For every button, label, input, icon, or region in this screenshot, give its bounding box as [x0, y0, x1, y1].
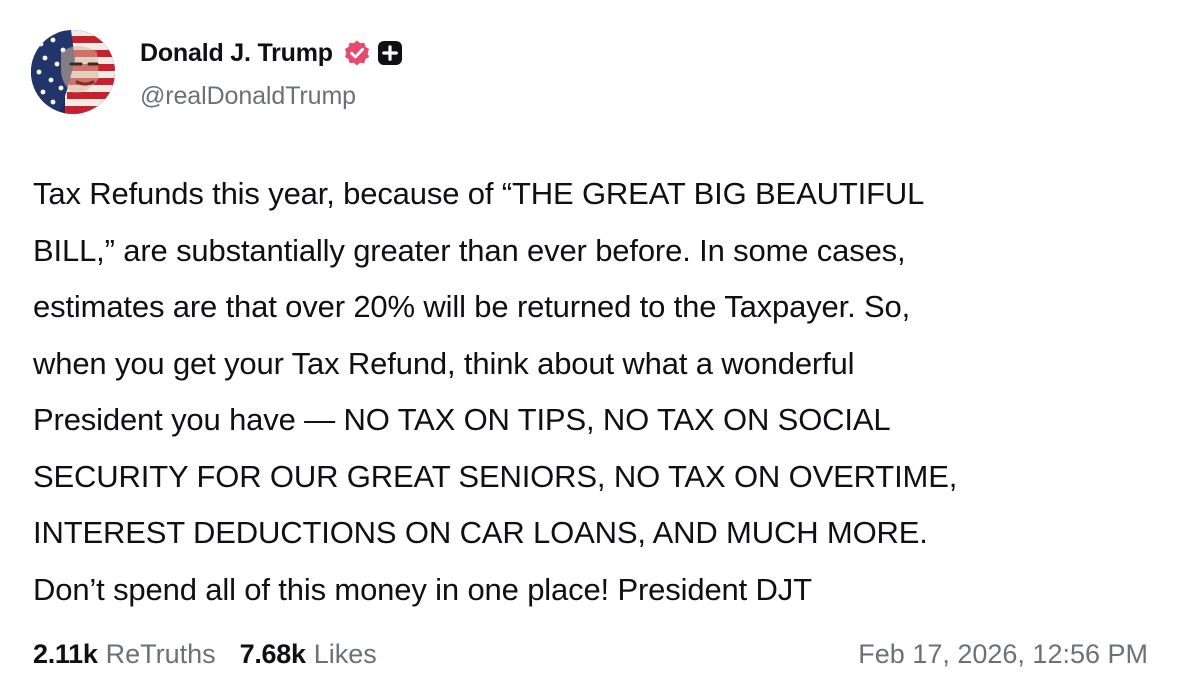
- retruths-count: 2.11k: [33, 638, 98, 669]
- post-body-line: INTEREST DEDUCTIONS ON CAR LOANS, AND MU…: [33, 515, 928, 550]
- author-name-row: Donald J. Trump: [140, 36, 403, 70]
- likes-stat[interactable]: 7.68k Likes: [240, 639, 377, 670]
- post-footer: 2.11k ReTruths 7.68k Likes Feb 17, 2026,…: [33, 634, 1148, 674]
- post-body-line: when you get your Tax Refund, think abou…: [33, 345, 855, 381]
- likes-count: 7.68k: [239, 638, 306, 669]
- author-display-name[interactable]: Donald J. Trump: [140, 39, 333, 68]
- post-body-line: BILL,” are substantially greater than ev…: [33, 232, 906, 268]
- post-body: Tax Refunds this year, because of “THE G…: [33, 166, 1143, 618]
- post-body-line: President you have — NO TAX ON TIPS, NO …: [33, 402, 891, 437]
- retruths-label: ReTruths: [105, 638, 216, 669]
- post-body-line: Tax Refunds this year, because of “THE G…: [33, 176, 925, 211]
- post-body-line: Don’t spend all of this money in one pla…: [33, 571, 812, 607]
- post-body-line: SECURITY FOR OUR GREAT SENIORS, NO TAX O…: [33, 458, 958, 494]
- plus-badge-icon: [377, 40, 403, 66]
- avatar-image: [31, 30, 115, 114]
- verified-badge-icon: [343, 39, 371, 67]
- likes-label: Likes: [313, 638, 377, 669]
- author-block: Donald J. Trump @realDonaldTrump: [140, 36, 403, 111]
- post-body-line: estimates are that over 20% will be retu…: [33, 289, 911, 324]
- author-handle[interactable]: @realDonaldTrump: [140, 82, 403, 111]
- post-card: Donald J. Trump @realDonaldTrump Tax Ref…: [0, 0, 1182, 700]
- retruths-stat[interactable]: 2.11k ReTruths: [33, 639, 216, 670]
- avatar[interactable]: [31, 30, 115, 114]
- post-timestamp[interactable]: Feb 17, 2026, 12:56 PM: [858, 639, 1148, 670]
